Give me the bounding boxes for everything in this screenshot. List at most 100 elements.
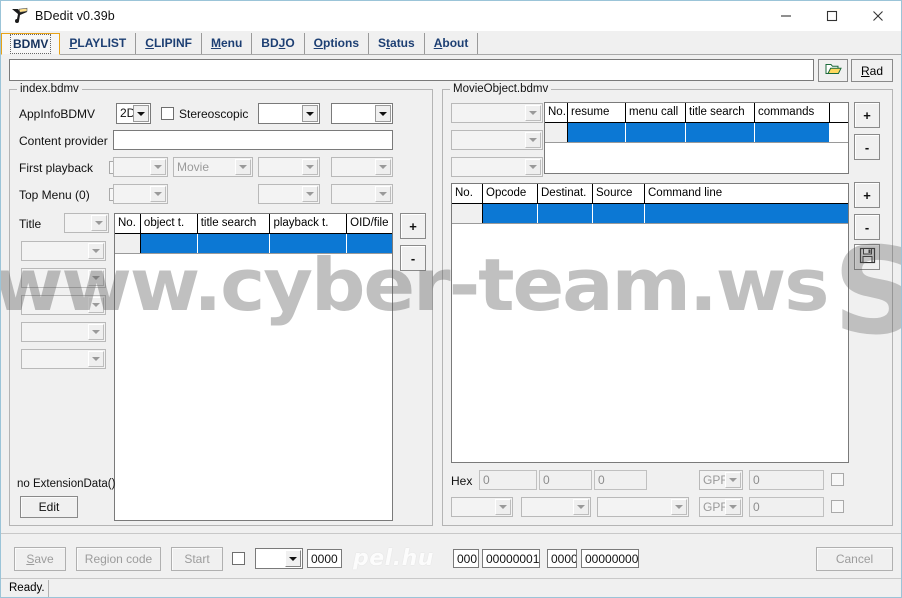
index-side-combo-2[interactable] [21, 268, 106, 288]
chevron-down-icon[interactable] [88, 243, 104, 259]
chevron-down-icon[interactable] [725, 499, 741, 515]
tab-bdmv[interactable]: BDMV [1, 33, 61, 55]
chevron-down-icon[interactable] [525, 105, 541, 121]
chevron-down-icon[interactable] [150, 186, 166, 202]
region-code-button[interactable]: Region code [76, 547, 161, 571]
command-save-button[interactable] [854, 244, 880, 270]
command-remove-button[interactable]: - [854, 214, 880, 240]
hex-field-2[interactable]: 0 [539, 470, 592, 490]
movieobject-remove-button[interactable]: - [854, 134, 880, 160]
mo-left-combo-3[interactable] [451, 157, 543, 177]
table-row[interactable] [545, 123, 848, 143]
chevron-down-icon[interactable] [725, 472, 741, 488]
start-button[interactable]: Start [171, 547, 223, 571]
chevron-down-icon[interactable] [88, 270, 104, 286]
top-menu-combo-1[interactable] [113, 184, 168, 204]
gpr-value-row1[interactable]: 0 [749, 470, 824, 490]
top-menu-combo-2[interactable] [258, 184, 320, 204]
appinfo-combo-2[interactable] [258, 103, 320, 124]
table-row[interactable] [115, 234, 392, 254]
gpr-checkbox-row1[interactable] [831, 473, 844, 486]
read-button[interactable]: Rad [851, 59, 893, 82]
bottom-field-000[interactable]: 000 [453, 549, 479, 568]
index-side-combo-4[interactable] [21, 322, 106, 342]
chevron-down-icon[interactable] [91, 215, 107, 231]
chevron-down-icon[interactable] [150, 159, 166, 175]
edit-button[interactable]: Edit [20, 496, 78, 518]
cell-no [452, 204, 483, 223]
cmd-combo-row2-2[interactable] [521, 497, 591, 517]
chevron-down-icon[interactable] [88, 324, 104, 340]
chevron-down-icon[interactable] [671, 499, 687, 515]
file-path-input[interactable] [9, 59, 814, 81]
gpr-value-row2[interactable]: 0 [749, 497, 824, 517]
tab-clipinf[interactable]: CLIPINF [136, 33, 202, 54]
maximize-button[interactable] [809, 1, 855, 31]
movieobject-table[interactable]: No. resume menu call title search comman… [544, 102, 849, 174]
chevron-down-icon[interactable] [375, 105, 391, 122]
bottom-field-0000[interactable]: 0000 [307, 549, 342, 568]
tab-menu[interactable]: Menu [201, 33, 253, 54]
appinfobdmv-type-combo[interactable]: 2D [116, 103, 151, 124]
index-remove-button[interactable]: - [400, 245, 426, 271]
hex-field-1[interactable]: 0 [479, 470, 537, 490]
movieobject-add-button[interactable]: + [854, 102, 880, 128]
table-row[interactable] [452, 204, 848, 224]
content-provider-input[interactable] [113, 130, 393, 150]
index-side-combo-1[interactable] [21, 241, 106, 261]
chevron-down-icon[interactable] [573, 499, 589, 515]
index-add-button[interactable]: + [400, 213, 426, 239]
chevron-down-icon[interactable] [235, 159, 251, 175]
open-file-button[interactable] [818, 59, 848, 82]
gpr-combo-row1[interactable]: GPR [699, 470, 743, 490]
tab-bdjo[interactable]: BDJO [252, 33, 305, 54]
tab-options[interactable]: Options [304, 33, 369, 54]
chevron-down-icon[interactable] [375, 186, 391, 202]
chevron-down-icon[interactable] [88, 351, 104, 367]
chevron-down-icon[interactable] [133, 105, 149, 122]
cancel-button[interactable]: Cancel [816, 547, 893, 571]
minimize-button[interactable] [763, 1, 809, 31]
chevron-down-icon[interactable] [525, 159, 541, 175]
save-button-label: ave [34, 552, 54, 566]
chevron-down-icon[interactable] [302, 105, 318, 122]
mo-left-combo-1[interactable] [451, 103, 543, 123]
top-menu-combo-3[interactable] [331, 184, 393, 204]
chevron-down-icon[interactable] [88, 297, 104, 313]
first-playback-combo-1[interactable] [113, 157, 168, 177]
gpr-checkbox-row2[interactable] [831, 500, 844, 513]
tab-about[interactable]: About [424, 33, 479, 54]
command-table[interactable]: No. Opcode Destinat. Source Command line [451, 183, 849, 463]
chevron-down-icon[interactable] [285, 550, 301, 567]
tab-playlist[interactable]: PLAYLIST [60, 33, 137, 54]
chevron-down-icon[interactable] [375, 159, 391, 175]
bottom-field-0000b[interactable]: 0000 [547, 549, 577, 568]
command-add-button[interactable]: + [854, 182, 880, 208]
tab-status[interactable]: Status [369, 33, 425, 54]
cmd-combo-row2-1[interactable] [451, 497, 513, 517]
index-side-combo-3[interactable] [21, 295, 106, 315]
index-side-combo-5[interactable] [21, 349, 106, 369]
chevron-down-icon[interactable] [525, 132, 541, 148]
first-playback-combo-2[interactable]: Movie [173, 157, 253, 177]
cmd-combo-row2-3[interactable] [597, 497, 689, 517]
appinfo-combo-3[interactable] [331, 103, 393, 124]
gpr-combo-row2[interactable]: GPR [699, 497, 743, 517]
bdedit-app-icon [8, 6, 30, 26]
title-combo[interactable] [64, 213, 109, 233]
mo-left-combo-2[interactable] [451, 130, 543, 150]
chevron-down-icon[interactable] [302, 159, 318, 175]
index-title-table[interactable]: No. object t. title search playback t. O… [114, 213, 393, 521]
chevron-down-icon[interactable] [495, 499, 511, 515]
stereoscopic-checkbox[interactable] [161, 107, 174, 120]
save-button[interactable]: Save [14, 547, 66, 571]
bottom-field-00000001[interactable]: 00000001 [482, 549, 540, 568]
chevron-down-icon[interactable] [302, 186, 318, 202]
bottom-combo[interactable] [255, 548, 303, 569]
close-button[interactable] [855, 1, 901, 31]
hex-field-3[interactable]: 0 [594, 470, 647, 490]
first-playback-combo-3[interactable] [258, 157, 320, 177]
bottom-field-00000000[interactable]: 00000000 [581, 549, 639, 568]
first-playback-combo-4[interactable] [331, 157, 393, 177]
bottom-checkbox[interactable] [232, 552, 245, 565]
